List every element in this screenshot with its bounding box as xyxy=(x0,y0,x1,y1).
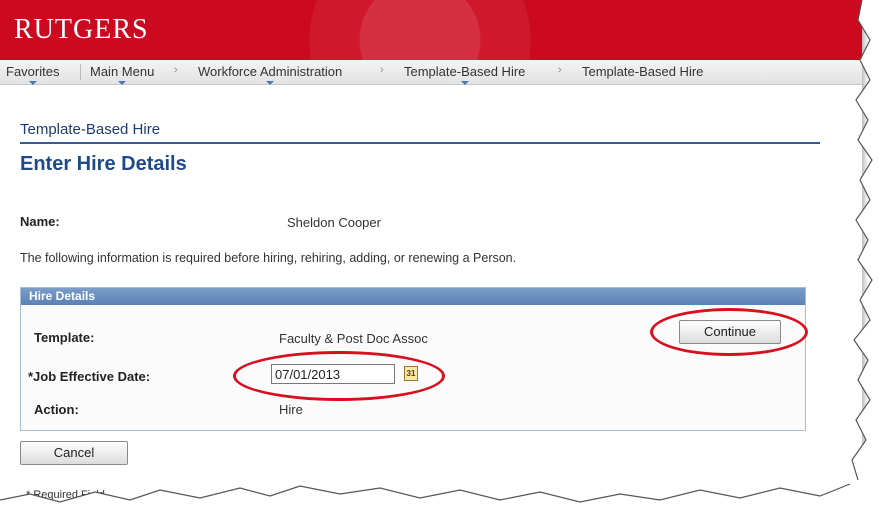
title-divider xyxy=(20,142,820,144)
nav-template-based-hire-menu[interactable]: Template-Based Hire xyxy=(404,64,526,85)
breadcrumb-separator-icon: › xyxy=(174,64,178,76)
rutgers-logo: RUTGERS xyxy=(14,14,149,45)
nav-main-menu[interactable]: Main Menu xyxy=(90,64,155,85)
job-effective-date-input[interactable] xyxy=(271,364,395,384)
chevron-down-icon xyxy=(266,81,275,85)
breadcrumb-nav: Favorites Main Menu › Workforce Administ… xyxy=(0,60,862,85)
breadcrumb-separator-icon: › xyxy=(558,64,562,76)
hire-details-header: Hire Details xyxy=(21,288,805,305)
name-label: Name: xyxy=(20,214,60,229)
nav-workforce-administration[interactable]: Workforce Administration xyxy=(198,64,343,85)
breadcrumb-separator-icon: › xyxy=(380,64,384,76)
nav-template-based-hire-page[interactable]: Template-Based Hire xyxy=(582,64,703,79)
required-field-note: * Required Field xyxy=(26,489,105,501)
nav-template-hire-page-label: Template-Based Hire xyxy=(582,64,704,79)
component-title: Template-Based Hire xyxy=(20,121,161,138)
template-value: Faculty & Post Doc Assoc xyxy=(279,331,428,346)
template-label: Template: xyxy=(34,330,95,345)
nav-workforce-label: Workforce Administration xyxy=(198,64,343,79)
calendar-icon[interactable]: 31 xyxy=(404,366,418,381)
hire-details-group: Hire Details xyxy=(20,287,806,431)
chevron-down-icon xyxy=(118,81,127,85)
job-effective-date-label: *Job Effective Date: xyxy=(28,369,151,384)
cancel-button[interactable]: Cancel xyxy=(20,441,128,465)
nav-template-hire-label: Template-Based Hire xyxy=(404,64,526,79)
chevron-down-icon xyxy=(460,81,469,85)
action-value: Hire xyxy=(279,402,303,417)
nav-main-menu-label: Main Menu xyxy=(90,64,155,79)
name-value: Sheldon Cooper xyxy=(287,215,381,230)
nav-divider xyxy=(80,64,81,80)
app-window: RUTGERS Favorites Main Menu › Workforce … xyxy=(0,0,862,516)
nav-favorites-label: Favorites xyxy=(6,64,60,79)
instructions-text: The following information is required be… xyxy=(20,251,517,265)
action-label: Action: xyxy=(34,402,79,417)
nav-favorites[interactable]: Favorites xyxy=(6,64,60,85)
hire-details-title: Hire Details xyxy=(29,289,96,303)
chevron-down-icon xyxy=(28,81,37,85)
site-header: RUTGERS xyxy=(0,0,862,60)
page-title: Enter Hire Details xyxy=(20,153,187,175)
continue-button[interactable]: Continue xyxy=(679,320,781,344)
